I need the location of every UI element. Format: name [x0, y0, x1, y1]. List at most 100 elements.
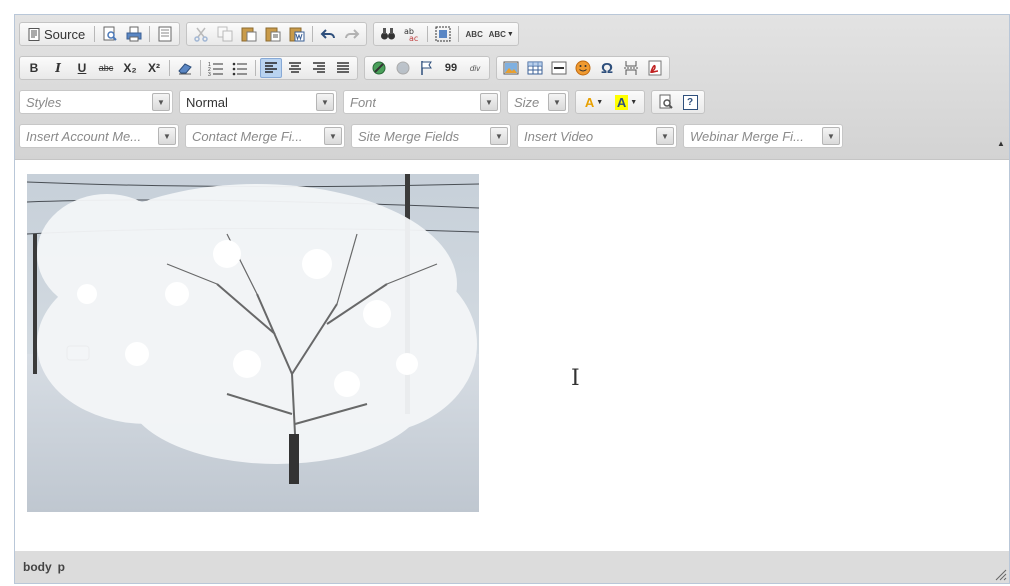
webinar-merge-combo[interactable]: Webinar Merge Fi... ▼ [683, 124, 843, 148]
chevron-down-icon: ▼ [506, 30, 514, 38]
preview-button[interactable] [99, 24, 121, 44]
paste-text-button[interactable] [262, 24, 284, 44]
templates-icon [158, 26, 172, 42]
tools-group: ? [651, 90, 705, 114]
print-button[interactable] [123, 24, 145, 44]
collapse-toolbar-icon[interactable]: ▲ [997, 139, 1007, 149]
anchor-button[interactable] [416, 58, 438, 78]
editor-content[interactable]: I [15, 159, 1009, 553]
remove-format-button[interactable] [174, 58, 196, 78]
styles-combo[interactable]: Styles ▼ [19, 90, 173, 114]
redo-button[interactable] [341, 24, 363, 44]
numbered-list-button[interactable]: 123 [205, 58, 227, 78]
subscript-icon: X₂ [123, 61, 137, 75]
insert-group: Ω [496, 56, 670, 80]
source-button[interactable]: Source [23, 24, 90, 44]
horizontal-rule-button[interactable] [548, 58, 570, 78]
link-globe-icon [372, 61, 386, 75]
chevron-down-icon[interactable]: ▼ [548, 93, 566, 111]
align-left-button[interactable] [260, 58, 282, 78]
create-div-button[interactable]: div [464, 58, 486, 78]
strike-button[interactable]: abc [95, 58, 117, 78]
chevron-down-icon: ▼ [596, 98, 604, 106]
svg-text:3: 3 [208, 72, 211, 76]
select-all-button[interactable] [432, 24, 454, 44]
format-combo-label: Normal [186, 94, 228, 110]
bulleted-list-button[interactable] [229, 58, 251, 78]
path-element-body[interactable]: body [23, 560, 52, 574]
font-combo[interactable]: Font ▼ [343, 90, 501, 114]
eraser-icon [178, 63, 192, 75]
chevron-down-icon[interactable]: ▼ [822, 127, 840, 145]
link-button[interactable] [368, 58, 390, 78]
omega-icon: Ω [600, 59, 614, 77]
align-justify-button[interactable] [332, 58, 354, 78]
find-button[interactable] [377, 24, 399, 44]
table-button[interactable] [524, 58, 546, 78]
templates-button[interactable] [154, 24, 176, 44]
toolbar-row-3: Styles ▼ Normal ▼ Font ▼ Size ▼ A ▼ A ▼ … [19, 89, 711, 115]
rich-text-editor: Source ab ac ABC ABC ▼ B I U abc X₂ X² 1… [14, 14, 1010, 584]
superscript-button[interactable]: X² [143, 58, 165, 78]
path-element-p[interactable]: p [58, 560, 65, 574]
copy-button[interactable] [214, 24, 236, 44]
underline-button[interactable]: U [71, 58, 93, 78]
align-right-button[interactable] [308, 58, 330, 78]
contact-merge-label: Contact Merge Fi... [192, 128, 303, 144]
background-color-button[interactable]: A ▼ [611, 92, 641, 112]
image-button[interactable] [500, 58, 522, 78]
account-merge-combo[interactable]: Insert Account Me... ▼ [19, 124, 179, 148]
horizontal-rule-icon [551, 61, 567, 75]
site-merge-combo[interactable]: Site Merge Fields ▼ [351, 124, 511, 148]
chevron-down-icon[interactable]: ▼ [324, 127, 342, 145]
snowy-tree-image[interactable] [27, 174, 479, 512]
align-left-icon [265, 62, 277, 73]
redo-icon [345, 29, 360, 39]
about-button[interactable]: ? [679, 92, 701, 112]
separator [169, 60, 170, 76]
smiley-button[interactable] [572, 58, 594, 78]
separator [200, 60, 201, 76]
font-color-button[interactable]: A ▼ [579, 92, 609, 112]
colors-group: A ▼ A ▼ [575, 90, 645, 114]
paste-icon [241, 27, 257, 42]
align-center-button[interactable] [284, 58, 306, 78]
format-combo[interactable]: Normal ▼ [179, 90, 337, 114]
spellcheck-button[interactable]: ABC [463, 24, 485, 44]
underline-icon: U [77, 61, 87, 75]
superscript-icon: X² [148, 61, 160, 75]
chevron-down-icon[interactable]: ▼ [480, 93, 498, 111]
cut-button[interactable] [190, 24, 212, 44]
unlink-button[interactable] [392, 58, 414, 78]
chevron-down-icon[interactable]: ▼ [316, 93, 334, 111]
show-blocks-button[interactable] [655, 92, 677, 112]
table-icon [527, 61, 543, 75]
paste-button[interactable] [238, 24, 260, 44]
div-icon: div [469, 63, 481, 73]
undo-button[interactable] [317, 24, 339, 44]
special-char-button[interactable]: Ω [596, 58, 618, 78]
pdf-button[interactable] [644, 58, 666, 78]
replace-button[interactable]: ab ac [401, 24, 423, 44]
chevron-down-icon[interactable]: ▼ [490, 127, 508, 145]
bold-button[interactable]: B [23, 58, 45, 78]
webinar-merge-label: Webinar Merge Fi... [690, 128, 804, 144]
separator [427, 26, 429, 42]
chevron-down-icon[interactable]: ▼ [152, 93, 170, 111]
binoculars-icon [381, 28, 396, 40]
blockquote-button[interactable]: 99 [440, 58, 462, 78]
contact-merge-combo[interactable]: Contact Merge Fi... ▼ [185, 124, 345, 148]
italic-button[interactable]: I [47, 58, 69, 78]
scayt-button[interactable]: ABC ▼ [487, 24, 515, 44]
resize-grip-icon[interactable] [993, 567, 1007, 581]
paste-word-button[interactable] [286, 24, 308, 44]
chevron-down-icon[interactable]: ▼ [656, 127, 674, 145]
bulleted-list-icon [232, 62, 247, 76]
document-group: Source [19, 22, 181, 46]
chevron-down-icon[interactable]: ▼ [158, 127, 176, 145]
page-break-button[interactable] [620, 58, 642, 78]
size-combo[interactable]: Size ▼ [507, 90, 569, 114]
cut-icon [194, 27, 208, 42]
insert-video-combo[interactable]: Insert Video ▼ [517, 124, 677, 148]
subscript-button[interactable]: X₂ [119, 58, 141, 78]
